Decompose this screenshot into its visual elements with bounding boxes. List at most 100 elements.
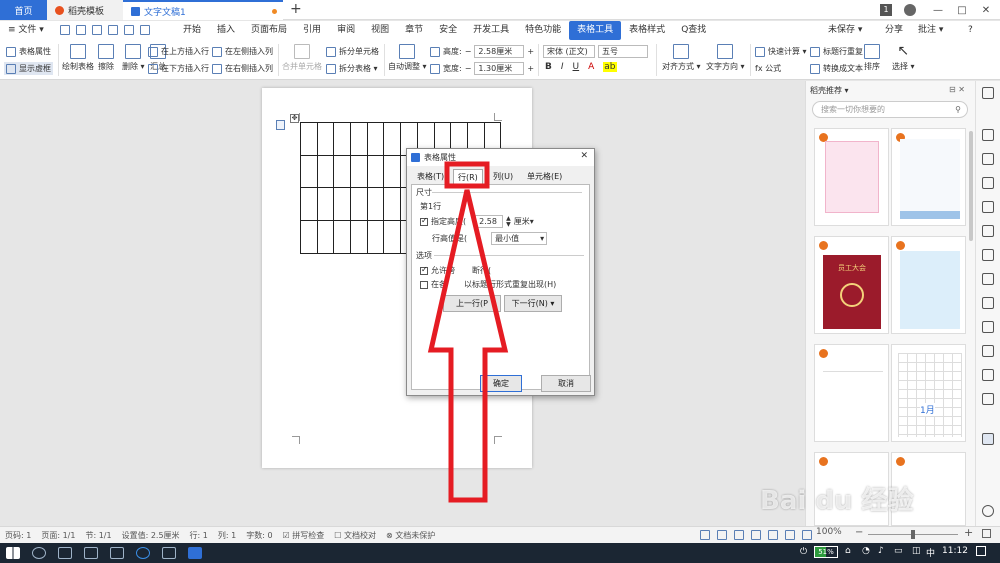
template-thumbnail[interactable] bbox=[814, 128, 889, 226]
rail-chat-icon[interactable] bbox=[982, 505, 994, 517]
avatar[interactable] bbox=[904, 4, 916, 16]
auto-fit-button[interactable]: 自动调整 ▾ bbox=[388, 44, 427, 72]
select-button[interactable]: ↖ 选择 ▾ bbox=[892, 44, 915, 72]
close-button[interactable]: ✕ bbox=[974, 0, 998, 20]
to-text-button[interactable]: 转换成文本 bbox=[810, 63, 863, 74]
table-cell[interactable] bbox=[333, 122, 352, 156]
print-icon[interactable] bbox=[92, 25, 102, 35]
table-cell[interactable] bbox=[316, 154, 335, 189]
table-cell[interactable] bbox=[333, 187, 352, 222]
table-cell[interactable] bbox=[316, 122, 335, 156]
tab-home[interactable]: 首页 bbox=[0, 0, 47, 20]
delete-button[interactable]: 删除 ▾ bbox=[122, 44, 145, 72]
rail-share-icon[interactable] bbox=[982, 249, 994, 261]
tab-cell[interactable]: 单元格(E) bbox=[523, 169, 566, 184]
rail-tools-icon[interactable] bbox=[982, 129, 994, 141]
menu-references[interactable]: 引用 bbox=[295, 21, 329, 40]
print-preview-icon[interactable] bbox=[76, 25, 86, 35]
menu-features[interactable]: 特色功能 bbox=[517, 21, 569, 40]
font-size-select[interactable]: 五号 bbox=[598, 45, 648, 58]
table-cell[interactable] bbox=[383, 187, 402, 222]
speaker-icon[interactable]: ♪ bbox=[878, 546, 884, 556]
template-thumbnail[interactable] bbox=[814, 344, 889, 442]
table-cell[interactable] bbox=[300, 187, 318, 222]
width-decrease-button[interactable]: − bbox=[465, 64, 472, 73]
power-icon[interactable]: ⏻ bbox=[800, 547, 807, 557]
menu-page-layout[interactable]: 页面布局 bbox=[243, 21, 295, 40]
insert-below-button[interactable]: 在下方插入行 bbox=[148, 63, 209, 74]
share-button[interactable]: 分享 bbox=[885, 21, 903, 40]
rail-template-icon[interactable] bbox=[982, 433, 994, 445]
table-cell[interactable] bbox=[383, 220, 402, 254]
menu-start[interactable]: 开始 bbox=[175, 21, 209, 40]
rail-translate-icon[interactable] bbox=[982, 321, 994, 333]
sidebar-controls[interactable]: ⊟ ✕ bbox=[949, 85, 965, 94]
undo-icon[interactable] bbox=[124, 25, 134, 35]
tab-table[interactable]: 表格(T) bbox=[413, 169, 448, 184]
wps-writer-taskbar-icon[interactable] bbox=[188, 547, 202, 559]
mail-icon[interactable] bbox=[162, 547, 176, 559]
tab-document[interactable]: 文字文稿1 bbox=[123, 0, 283, 20]
network-icon[interactable]: ⌂ bbox=[845, 546, 851, 556]
show-gridlines-button[interactable]: 显示虚框 bbox=[4, 62, 53, 75]
sidebar-title[interactable]: 稻壳推荐 ▾ bbox=[810, 85, 849, 96]
menu-developer[interactable]: 开发工具 bbox=[465, 21, 517, 40]
next-row-button[interactable]: 下一行(N) ▾ bbox=[504, 295, 562, 312]
sort-button[interactable]: 排序 bbox=[864, 44, 880, 72]
minimize-button[interactable]: — bbox=[926, 0, 950, 20]
template-thumbnail[interactable]: 员工大会 bbox=[814, 236, 889, 334]
action-center-icon[interactable] bbox=[976, 546, 986, 556]
split-table-button[interactable]: 拆分表格 ▾ bbox=[326, 63, 378, 74]
template-thumbnail[interactable]: 1月 bbox=[891, 344, 966, 442]
rail-shape-icon[interactable] bbox=[982, 201, 994, 213]
zoom-out-button[interactable]: − bbox=[855, 527, 863, 538]
paste-options-icon[interactable] bbox=[276, 120, 285, 130]
rail-cursor-icon[interactable] bbox=[982, 87, 994, 99]
view-fullscreen-icon[interactable] bbox=[700, 530, 710, 540]
export-pdf-icon[interactable] bbox=[108, 25, 118, 35]
table-cell[interactable] bbox=[366, 154, 385, 189]
height-input[interactable]: 2.58厘米 bbox=[474, 45, 525, 58]
text-direction-button[interactable]: 文字方向 ▾ bbox=[706, 44, 745, 72]
view-write-icon[interactable] bbox=[785, 530, 795, 540]
table-cell[interactable] bbox=[383, 154, 402, 189]
previous-row-button[interactable]: 上一行(P bbox=[443, 295, 501, 312]
clock[interactable]: 11:12 bbox=[942, 546, 968, 556]
row-height-mode-select[interactable]: 最小值 ▾ bbox=[491, 232, 548, 245]
italic-button[interactable]: I bbox=[561, 62, 564, 72]
add-tab-button[interactable]: + bbox=[290, 1, 302, 17]
menu-insert[interactable]: 插入 bbox=[209, 21, 243, 40]
status-words[interactable]: 字数: 0 bbox=[241, 530, 277, 541]
table-properties-button[interactable]: 表格属性 bbox=[6, 46, 51, 57]
search-menu[interactable]: Q查找 bbox=[673, 21, 714, 40]
sidebar-search-input[interactable]: 搜索一切你想要的 ⚲ bbox=[812, 101, 968, 118]
fit-page-icon[interactable] bbox=[982, 529, 991, 538]
wifi-icon[interactable]: ◔ bbox=[862, 546, 870, 556]
edge-icon[interactable] bbox=[84, 547, 98, 559]
width-increase-button[interactable]: + bbox=[527, 64, 534, 73]
highlight-icon[interactable]: ab bbox=[603, 62, 617, 72]
view-eye-icon[interactable] bbox=[802, 530, 812, 540]
template-thumbnail[interactable] bbox=[891, 236, 966, 334]
browser-icon[interactable] bbox=[136, 547, 150, 559]
rail-upload-icon[interactable] bbox=[982, 273, 994, 285]
zoom-in-button[interactable]: + bbox=[964, 526, 973, 539]
table-cell[interactable] bbox=[366, 122, 385, 156]
table-cell[interactable] bbox=[350, 220, 368, 254]
language-indicator[interactable]: 中 bbox=[926, 546, 935, 559]
quick-calc-button[interactable]: 快速计算 ▾ bbox=[755, 46, 807, 57]
row-height-input[interactable]: 2.58 bbox=[475, 215, 504, 228]
height-spinner-icon[interactable]: ▲ ▼ bbox=[506, 215, 511, 228]
view-page-icon[interactable] bbox=[751, 530, 761, 540]
table-cell[interactable] bbox=[333, 154, 352, 189]
view-read-icon[interactable] bbox=[717, 530, 727, 540]
table-cell[interactable] bbox=[316, 220, 335, 254]
annotate-button[interactable]: 批注 ▾ bbox=[918, 21, 943, 40]
sidebar-scrollbar[interactable] bbox=[969, 131, 973, 241]
ok-button[interactable]: 确定 bbox=[480, 375, 522, 392]
proofread-button[interactable]: ☐ 文档校对 bbox=[329, 530, 381, 541]
merge-cells-button[interactable]: 合并单元格 bbox=[282, 44, 322, 72]
tab-templates[interactable]: 稻壳模板 bbox=[47, 0, 123, 20]
rail-image-icon[interactable] bbox=[982, 369, 994, 381]
redo-icon[interactable] bbox=[140, 25, 150, 35]
